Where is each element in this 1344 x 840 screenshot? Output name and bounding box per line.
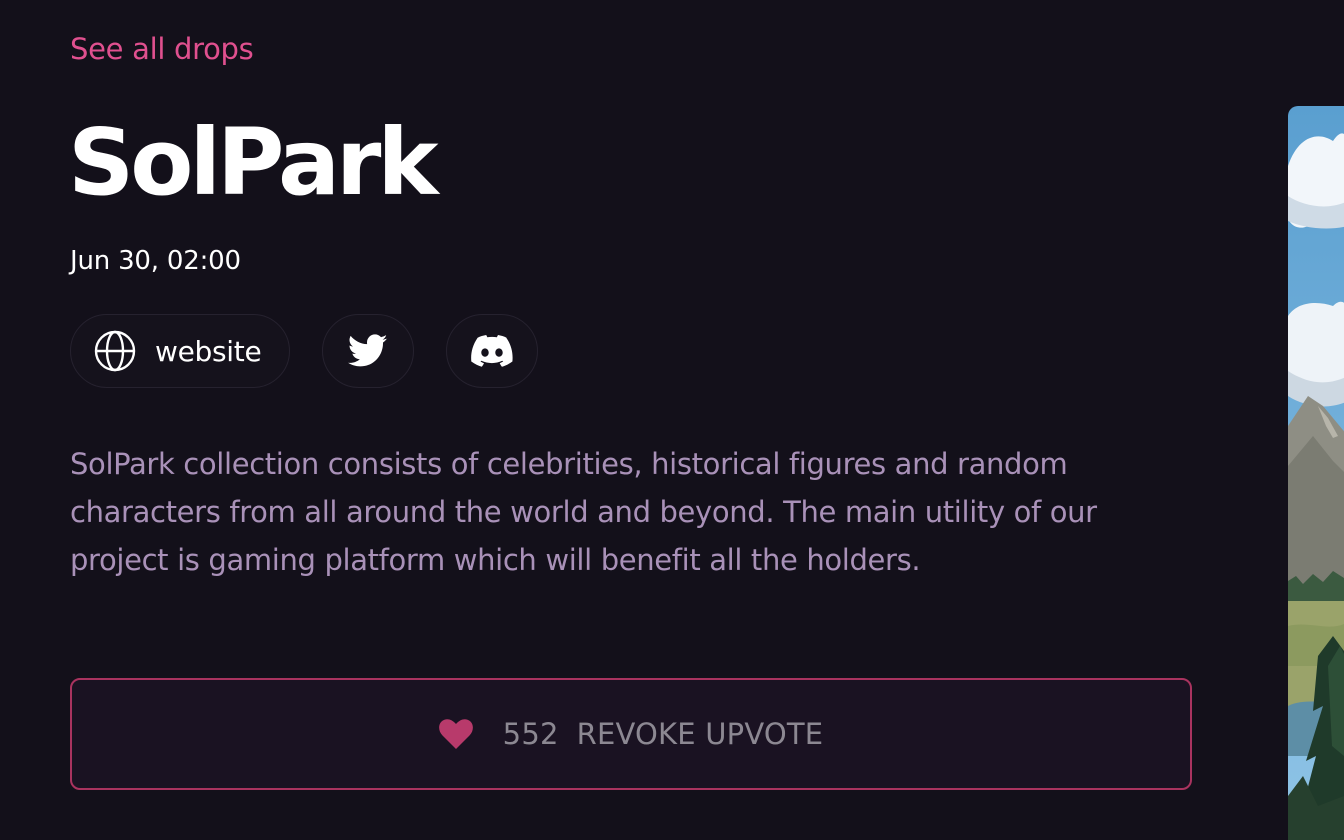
drop-description: SolPark collection consists of celebriti…	[70, 447, 1097, 577]
discord-button[interactable]	[446, 314, 538, 388]
social-links: website	[70, 314, 538, 388]
drop-detail-page: See all drops SolPark Jun 30, 02:00 webs…	[0, 0, 1344, 840]
upvote-label: REVOKE UPVOTE	[576, 717, 824, 751]
globe-icon	[93, 329, 137, 373]
drop-hero-image	[1288, 106, 1344, 840]
revoke-upvote-button[interactable]: 552 REVOKE UPVOTE	[70, 678, 1192, 790]
see-all-drops-link[interactable]: See all drops	[70, 32, 254, 66]
discord-icon	[471, 335, 513, 367]
drop-date: Jun 30, 02:00	[70, 246, 241, 276]
page-title: SolPark	[68, 109, 439, 216]
twitter-icon	[348, 334, 388, 368]
upvote-count: 552	[502, 717, 559, 751]
website-label: website	[155, 334, 262, 368]
website-button[interactable]: website	[70, 314, 290, 388]
twitter-button[interactable]	[322, 314, 414, 388]
heart-icon	[438, 719, 473, 749]
